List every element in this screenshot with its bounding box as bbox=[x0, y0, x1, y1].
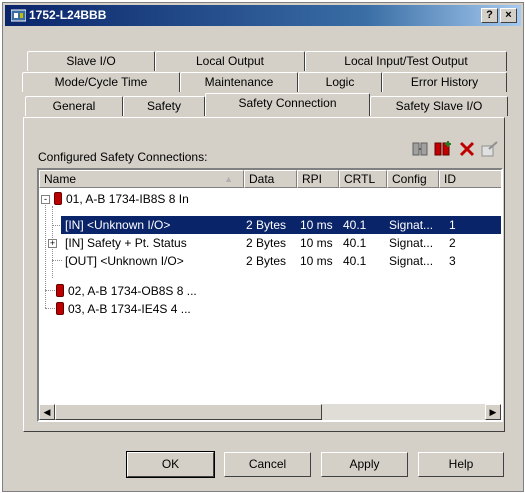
tab-local-input-test-output[interactable]: Local Input/Test Output bbox=[305, 51, 507, 71]
tree-row-connection-1[interactable]: [IN] <Unknown I/O> 2 Bytes 10 ms 40.1 Si… bbox=[61, 216, 501, 234]
tab-maintenance[interactable]: Maintenance bbox=[180, 72, 298, 92]
cancel-button[interactable]: Cancel bbox=[224, 452, 311, 477]
module-icon bbox=[56, 284, 64, 297]
column-header-rpi[interactable]: RPI bbox=[297, 170, 339, 188]
tab-safety-connection[interactable]: Safety Connection bbox=[205, 93, 370, 116]
tab-mode-cycle-time[interactable]: Mode/Cycle Time bbox=[22, 72, 180, 92]
scroll-right-arrow-icon[interactable]: ▶ bbox=[485, 404, 501, 420]
controller-icon bbox=[11, 9, 26, 22]
tree-row-connection-2[interactable]: + [IN] Safety + Pt. Status 2 Bytes 10 ms… bbox=[39, 234, 501, 252]
title-bar[interactable]: 1752-L24BBB ? × bbox=[5, 5, 521, 26]
properties-icon[interactable] bbox=[481, 140, 499, 158]
tab-safety[interactable]: Safety bbox=[123, 96, 205, 116]
column-header-data[interactable]: Data bbox=[244, 170, 297, 188]
tab-slave-io[interactable]: Slave I/O bbox=[27, 51, 155, 71]
module-icon bbox=[54, 192, 62, 205]
apply-button[interactable]: Apply bbox=[321, 452, 408, 477]
connections-tree-list[interactable]: Name ▲ Data RPI CRTL Config ID - 01, A-B… bbox=[37, 168, 503, 422]
tree-row-module-02[interactable]: 02, A-B 1734-OB8S 8 ... bbox=[39, 282, 501, 300]
sort-ascending-icon: ▲ bbox=[224, 174, 233, 184]
help-title-button[interactable]: ? bbox=[481, 8, 498, 23]
window-title: 1752-L24BBB bbox=[29, 8, 107, 22]
collapse-minus-icon[interactable]: - bbox=[41, 195, 50, 204]
column-header-config[interactable]: Config bbox=[387, 170, 439, 188]
horizontal-scrollbar[interactable]: ◀ ▶ bbox=[39, 404, 501, 420]
tab-local-output[interactable]: Local Output bbox=[155, 51, 305, 71]
ok-button[interactable]: OK bbox=[126, 451, 215, 478]
add-connection-icon[interactable] bbox=[411, 140, 429, 158]
module-icon bbox=[56, 302, 64, 315]
tree-row-connection-3[interactable]: [OUT] <Unknown I/O> 2 Bytes 10 ms 40.1 S… bbox=[39, 252, 501, 270]
tab-safety-slave-io[interactable]: Safety Slave I/O bbox=[370, 96, 508, 116]
delete-icon[interactable] bbox=[458, 140, 476, 158]
help-button[interactable]: Help bbox=[418, 452, 504, 477]
close-button[interactable]: × bbox=[500, 8, 517, 23]
tab-error-history[interactable]: Error History bbox=[382, 72, 507, 92]
tab-general[interactable]: General bbox=[25, 96, 123, 116]
column-header-id[interactable]: ID bbox=[439, 170, 501, 188]
scroll-left-arrow-icon[interactable]: ◀ bbox=[39, 404, 55, 420]
configured-connections-label: Configured Safety Connections: bbox=[38, 150, 208, 164]
expand-plus-icon[interactable]: + bbox=[48, 239, 57, 248]
column-header-name[interactable]: Name ▲ bbox=[39, 170, 244, 188]
add-module-connection-icon[interactable] bbox=[433, 140, 453, 158]
tab-logic[interactable]: Logic bbox=[298, 72, 382, 92]
scrollbar-thumb[interactable] bbox=[55, 404, 322, 420]
column-header-crtl[interactable]: CRTL bbox=[339, 170, 387, 188]
tree-row-module-03[interactable]: 03, A-B 1734-IE4S 4 ... bbox=[39, 300, 501, 318]
tree-row-module-01[interactable]: - 01, A-B 1734-IB8S 8 In bbox=[39, 190, 501, 208]
